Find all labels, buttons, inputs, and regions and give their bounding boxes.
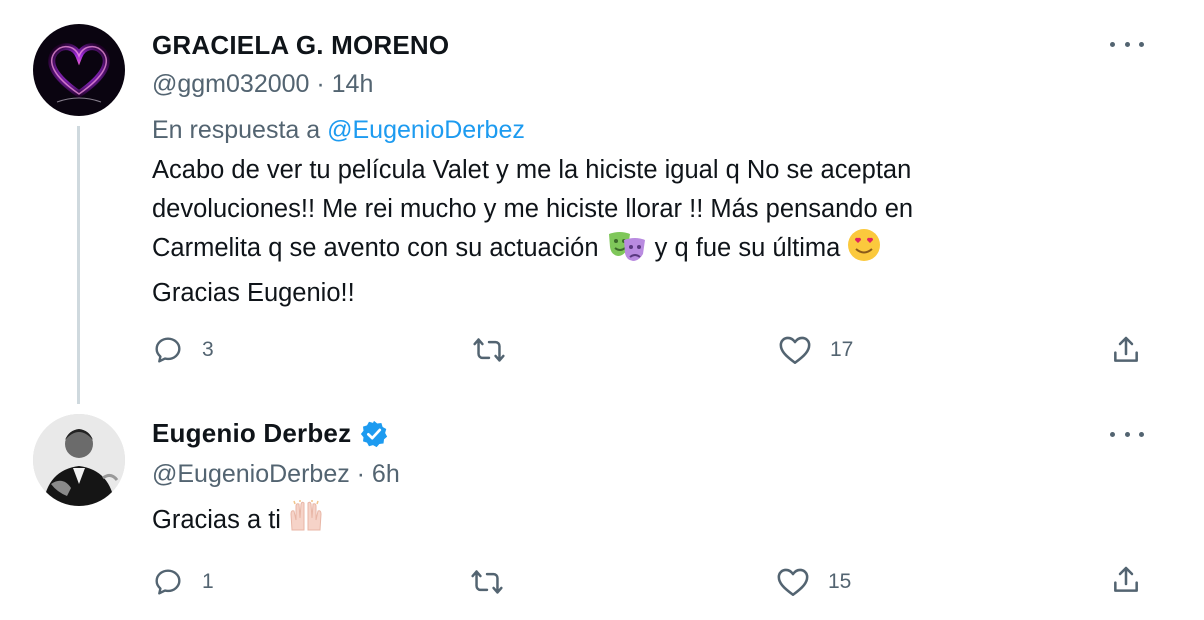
tweet-text-line: Gracias Eugenio!! (152, 278, 355, 307)
share-icon (1114, 336, 1138, 362)
more-icon[interactable] (1110, 424, 1144, 444)
performing-arts-emoji (606, 230, 648, 274)
reply-prefix: En respuesta a (152, 116, 328, 144)
reply-context: En respuesta a @EugenioDerbez (152, 116, 525, 145)
avatar-graciela[interactable] (33, 24, 125, 116)
like-count: 17 (830, 338, 854, 361)
share-button[interactable] (1110, 564, 1142, 596)
like-count: 15 (828, 570, 852, 593)
tweet-text-segment: Carmelita q se avento con su actuación (152, 234, 606, 262)
avatar-eugenio[interactable] (33, 414, 125, 506)
like-icon (777, 568, 809, 597)
tweet-text-line: Carmelita q se avento con su actuación y… (152, 228, 1162, 274)
tweet-text-line: Acabo de ver tu película Valet y me la h… (152, 156, 912, 184)
share-button[interactable] (1110, 334, 1142, 366)
retweet-icon (473, 338, 505, 362)
reply-button[interactable]: 3 (152, 334, 214, 366)
raising-hands-emoji (288, 500, 324, 546)
more-icon[interactable] (1110, 34, 1144, 54)
tweet-text-line: devoluciones!! Me rei mucho y me hiciste… (152, 194, 914, 223)
display-name[interactable]: Eugenio Derbez (152, 418, 351, 449)
tweet-text: Gracias a ti (152, 500, 1162, 546)
retweet-icon (471, 570, 503, 594)
verified-badge-icon (361, 420, 388, 447)
reply-count: 1 (202, 570, 214, 593)
author-row: Eugenio Derbez (152, 418, 389, 449)
reply-count: 3 (202, 338, 214, 361)
display-name[interactable]: GRACIELA G. MORENO (152, 30, 449, 61)
like-icon (779, 336, 811, 365)
author-row: GRACIELA G. MORENO (152, 30, 449, 61)
thread-connector (77, 126, 80, 404)
retweet-button[interactable] (470, 566, 522, 598)
smiling-face-with-heart-eyes-emoji (847, 228, 881, 274)
reply-icon (155, 569, 181, 595)
reply-icon (155, 337, 181, 363)
like-button[interactable]: 15 (776, 566, 851, 598)
retweet-button[interactable] (472, 334, 524, 366)
tweet-text: Acabo de ver tu película Valet y me la h… (152, 151, 1162, 312)
tweet-text-segment: y q fue su última (647, 234, 848, 262)
handle-and-time[interactable]: @ggm032000 · 14h (152, 70, 373, 99)
tweet-text-line: Gracias a ti (152, 500, 1162, 546)
reply-mention-link[interactable]: @EugenioDerbez (327, 116, 525, 144)
tweet-text-segment: Gracias a ti (152, 506, 289, 534)
like-button[interactable]: 17 (778, 334, 853, 366)
reply-button[interactable]: 1 (152, 566, 214, 598)
share-icon (1114, 566, 1138, 592)
handle-and-time[interactable]: @EugenioDerbez · 6h (152, 460, 400, 489)
